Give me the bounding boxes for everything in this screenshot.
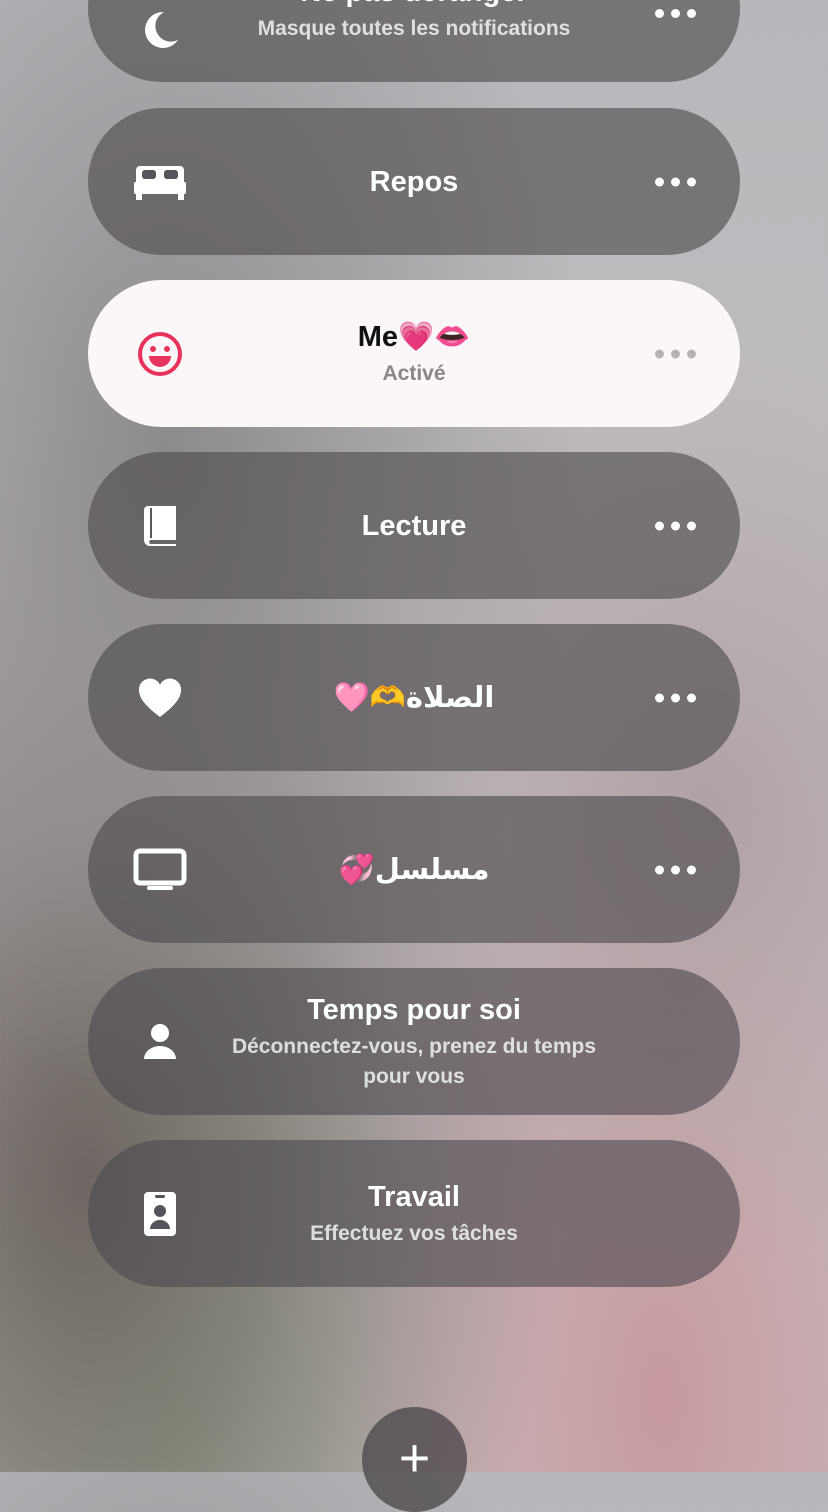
more-options-button[interactable] <box>655 865 696 874</box>
focus-mode-title: 🩷🫶الصلاة <box>333 681 495 714</box>
book-icon <box>132 498 188 554</box>
focus-mode-status: Activé <box>382 361 446 385</box>
more-options-button[interactable] <box>655 521 696 530</box>
focus-mode-do-not-disturb[interactable]: Ne pas déranger Masque toutes les notifi… <box>88 0 740 82</box>
more-options-button[interactable] <box>655 349 696 358</box>
focus-mode-title: 💞مسلسل <box>338 853 490 886</box>
focus-mode-series[interactable]: 💞مسلسل <box>88 796 740 943</box>
bed-icon <box>132 154 188 210</box>
smiley-icon <box>132 326 188 382</box>
focus-mode-title: Ne pas déranger <box>218 0 610 10</box>
heart-icon <box>132 670 188 726</box>
more-options-button[interactable] <box>655 177 696 186</box>
tv-icon <box>132 842 188 898</box>
focus-mode-me-active[interactable]: Me💗👄 Activé <box>88 280 740 427</box>
more-options-button[interactable] <box>655 693 696 702</box>
add-focus-button[interactable]: + <box>362 1407 467 1512</box>
plus-icon: + <box>398 1428 431 1488</box>
id-badge-icon <box>132 1186 188 1242</box>
focus-mode-title: Temps pour soi <box>307 993 521 1026</box>
focus-mode-subtitle: Déconnectez-vous, prenez du temps pour v… <box>231 1034 597 1088</box>
focus-mode-prayer[interactable]: 🩷🫶الصلاة <box>88 624 740 771</box>
person-icon <box>132 1014 188 1070</box>
focus-mode-title: Travail <box>368 1180 460 1213</box>
focus-mode-repos[interactable]: Repos <box>88 108 740 255</box>
focus-mode-title: Me💗👄 <box>357 320 471 353</box>
focus-mode-temps-pour-soi[interactable]: Temps pour soi Déconnectez-vous, prenez … <box>88 968 740 1115</box>
focus-mode-subtitle: Effectuez vos tâches <box>310 1221 518 1245</box>
focus-mode-title: Repos <box>369 165 459 198</box>
moon-icon <box>132 2 188 58</box>
focus-mode-lecture[interactable]: Lecture <box>88 452 740 599</box>
focus-mode-travail[interactable]: Travail Effectuez vos tâches <box>88 1140 740 1287</box>
more-options-button[interactable] <box>655 9 696 18</box>
focus-mode-subtitle: Masque toutes les notifications <box>257 17 571 40</box>
focus-mode-title: Lecture <box>361 509 467 542</box>
